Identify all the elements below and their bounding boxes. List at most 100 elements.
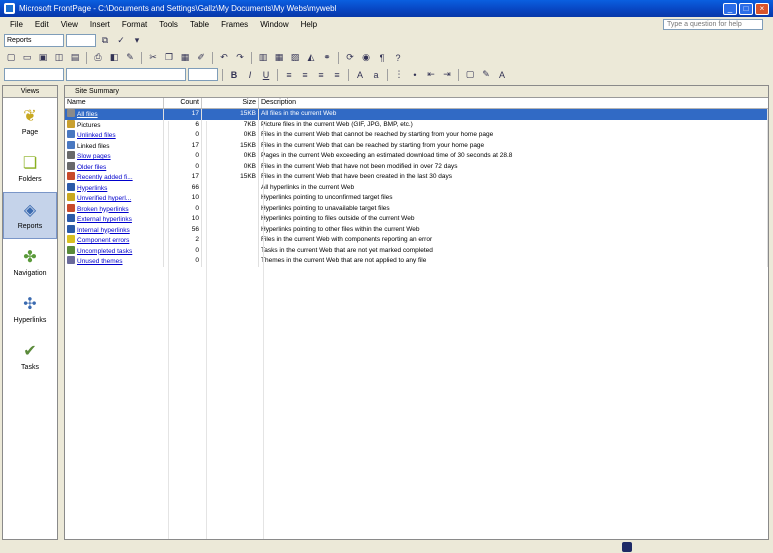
save-icon[interactable]: ▣ (36, 51, 50, 65)
col-name-header[interactable]: Name (65, 98, 164, 108)
report-tab[interactable]: Site Summary (65, 86, 768, 98)
refresh-icon[interactable]: ⟳ (343, 51, 357, 65)
cut-icon[interactable]: ✂ (146, 51, 160, 65)
menu-file[interactable]: File (4, 20, 29, 29)
justify-icon[interactable]: ≡ (330, 68, 344, 82)
report-link[interactable]: Slow pages (77, 153, 111, 160)
insert-component-icon[interactable]: ▥ (256, 51, 270, 65)
table-row[interactable]: Unused themes 0 Themes in the current Web … (65, 256, 768, 267)
help-question-input[interactable]: Type a question for help (663, 19, 763, 30)
report-link[interactable]: Older files (77, 164, 106, 171)
view-folders[interactable]: ❏ Folders (3, 145, 57, 192)
menu-view[interactable]: View (55, 20, 84, 29)
edit-hyperlink-icon[interactable]: ⧉ (98, 34, 112, 48)
col-description-header[interactable]: Description (259, 98, 768, 108)
view-hyperlinks[interactable]: ✣ Hyperlinks (3, 286, 57, 333)
report-link[interactable]: Uncompleted tasks (77, 248, 132, 255)
report-link[interactable]: Internal hyperlinks (77, 227, 130, 234)
report-link[interactable]: Unverified hyperl... (77, 195, 131, 202)
decrease-indent-icon[interactable]: ⇤ (424, 68, 438, 82)
italic-icon[interactable]: I (243, 68, 257, 82)
menu-edit[interactable]: Edit (29, 20, 55, 29)
copy-icon[interactable]: ❐ (162, 51, 176, 65)
minimize-button[interactable]: _ (723, 2, 737, 15)
format-painter-icon[interactable]: ✐ (194, 51, 208, 65)
table-row[interactable]: Older files 0 0KB Files in the current Web … (65, 161, 768, 172)
close-button[interactable]: × (755, 2, 769, 15)
undo-icon[interactable]: ↶ (217, 51, 231, 65)
report-link[interactable]: Recently added fi... (77, 174, 133, 181)
style-dropdown[interactable] (4, 68, 64, 81)
border-icon[interactable]: ▢ (463, 68, 477, 82)
frontpage-app-icon[interactable] (4, 3, 15, 14)
table-row[interactable]: Recently added fi... 17 15KB Files in the c… (65, 172, 768, 183)
print-icon[interactable]: ⎙ (91, 51, 105, 65)
table-row[interactable]: Hyperlinks 66 All hyperlinks in the curren… (65, 182, 768, 193)
menu-window[interactable]: Window (254, 20, 294, 29)
redo-icon[interactable]: ↷ (233, 51, 247, 65)
col-count-header[interactable]: Count (164, 98, 202, 108)
insert-picture-icon[interactable]: ▨ (288, 51, 302, 65)
table-row[interactable]: Uncompleted tasks 0 Tasks in the current W… (65, 245, 768, 256)
paste-icon[interactable]: ▦ (178, 51, 192, 65)
bullets-icon[interactable]: • (408, 68, 422, 82)
insert-hyperlink-icon[interactable]: ⚭ (320, 51, 334, 65)
table-row[interactable]: All files 17 15KB All files in the current … (65, 109, 768, 120)
drawing-icon[interactable]: ◭ (304, 51, 318, 65)
menu-table[interactable]: Table (184, 20, 215, 29)
view-navigation[interactable]: ✤ Navigation (3, 239, 57, 286)
numbering-icon[interactable]: ⋮ (392, 68, 406, 82)
underline-icon[interactable]: U (259, 68, 273, 82)
font-size-dropdown[interactable] (188, 68, 218, 81)
view-tasks[interactable]: ✔ Tasks (3, 333, 57, 380)
maximize-button[interactable]: □ (739, 2, 753, 15)
increase-indent-icon[interactable]: ⇥ (440, 68, 454, 82)
increase-font-icon[interactable]: A (353, 68, 367, 82)
menu-insert[interactable]: Insert (84, 20, 116, 29)
show-all-icon[interactable]: ¶ (375, 51, 389, 65)
report-link[interactable]: External hyperlinks (77, 216, 132, 223)
table-row[interactable]: External hyperlinks 10 Hyperlinks pointing… (65, 214, 768, 225)
menu-frames[interactable]: Frames (215, 20, 254, 29)
highlight-icon[interactable]: ✎ (479, 68, 493, 82)
col-size-header[interactable]: Size (202, 98, 259, 108)
bold-icon[interactable]: B (227, 68, 241, 82)
table-row[interactable]: Broken hyperlinks 0 Hyperlinks pointing to… (65, 203, 768, 214)
view-page[interactable]: ❦ Page (3, 98, 57, 145)
menu-tools[interactable]: Tools (153, 20, 184, 29)
table-row[interactable]: Internal hyperlinks 56 Hyperlinks pointing… (65, 224, 768, 235)
report-link[interactable]: Unused themes (77, 258, 123, 265)
view-reports[interactable]: ◈ Reports (3, 192, 57, 239)
table-row[interactable]: Unlinked files 0 0KB Files in the current W… (65, 130, 768, 141)
report-setting-dropdown[interactable] (66, 34, 96, 47)
report-link[interactable]: Component errors (77, 237, 129, 244)
decrease-font-icon[interactable]: a (369, 68, 383, 82)
verify-hyperlinks-icon[interactable]: ✓ (114, 34, 128, 48)
font-color-icon[interactable]: A (495, 68, 509, 82)
report-link[interactable]: Broken hyperlinks (77, 206, 129, 213)
report-link[interactable]: All files (77, 111, 98, 118)
stop-icon[interactable]: ◉ (359, 51, 373, 65)
new-page-icon[interactable]: ▢ (4, 51, 18, 65)
preview-icon[interactable]: ◧ (107, 51, 121, 65)
insert-table-icon[interactable]: ▦ (272, 51, 286, 65)
open-icon[interactable]: ▭ (20, 51, 34, 65)
report-link[interactable]: Unlinked files (77, 132, 116, 139)
menu-help[interactable]: Help (295, 20, 323, 29)
align-left-icon[interactable]: ≡ (282, 68, 296, 82)
folder-list-icon[interactable]: ▤ (68, 51, 82, 65)
spelling-icon[interactable]: ✎ (123, 51, 137, 65)
report-link[interactable]: Hyperlinks (77, 185, 107, 192)
table-row[interactable]: Pictures 6 7KB Picture files in the current… (65, 119, 768, 130)
publish-icon[interactable]: ◫ (52, 51, 66, 65)
table-row[interactable]: Unverified hyperl... 10 Hyperlinks pointin… (65, 193, 768, 204)
filter-icon[interactable]: ▾ (130, 34, 144, 48)
table-row[interactable]: Component errors 2 Files in the current We… (65, 235, 768, 246)
align-center-icon[interactable]: ≡ (298, 68, 312, 82)
help-icon[interactable]: ? (391, 51, 405, 65)
menu-format[interactable]: Format (116, 20, 153, 29)
font-dropdown[interactable] (66, 68, 186, 81)
table-row[interactable]: Slow pages 0 0KB Pages in the current Web e… (65, 151, 768, 162)
reports-dropdown[interactable]: Reports (4, 34, 64, 47)
align-right-icon[interactable]: ≡ (314, 68, 328, 82)
